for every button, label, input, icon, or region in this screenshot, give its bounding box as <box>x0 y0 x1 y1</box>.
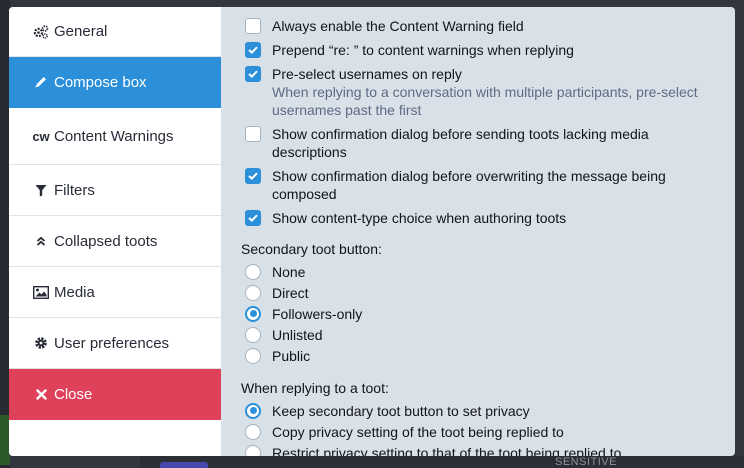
checkbox[interactable] <box>245 18 261 34</box>
secondary-toot-label: Secondary toot button: <box>241 241 382 257</box>
radio-unlisted[interactable]: Unlisted <box>241 324 715 345</box>
cw-icon: cw <box>32 128 50 144</box>
background-sensitive-label: SENSITIVE <box>555 456 617 468</box>
radio-button[interactable] <box>245 347 261 364</box>
radio-direct[interactable]: Direct <box>241 282 715 303</box>
nav-label-collapsed: Collapsed toots <box>54 232 158 250</box>
radio-restrict-privacy-setting-to-that-of-the-[interactable]: Restrict privacy setting to that of the … <box>241 442 715 456</box>
replying-label: When replying to a toot: <box>241 380 389 396</box>
option-show-content-type-choice-when-authoring-[interactable]: Show content-type choice when authoring … <box>241 209 715 227</box>
radio-label: Followers-only <box>272 305 363 322</box>
radio-button[interactable] <box>245 444 261 456</box>
replying-radio-group: Keep secondary toot button to set privac… <box>241 400 715 456</box>
checkbox[interactable] <box>245 168 261 184</box>
close-icon <box>31 388 51 400</box>
nav-label-content-warnings: Content Warnings <box>54 127 174 145</box>
radio-label: Restrict privacy setting to that of the … <box>272 444 622 457</box>
pencil-icon <box>31 75 51 89</box>
background-toolbar <box>140 456 744 468</box>
radio-button[interactable] <box>245 263 261 280</box>
nav-label-media: Media <box>54 283 95 301</box>
nav-label-filters: Filters <box>54 181 95 199</box>
compose-settings-panel: Always enable the Content Warning field P… <box>221 7 735 456</box>
checkbox[interactable] <box>245 210 261 226</box>
radio-button[interactable] <box>245 305 261 322</box>
nav-label-user-preferences: User preferences <box>54 334 170 352</box>
radio-label: Public <box>272 347 311 364</box>
option-show-confirmation-dialog-before-overwrit[interactable]: Show confirmation dialog before overwrit… <box>241 167 715 203</box>
nav-label-compose: Compose box <box>54 73 147 91</box>
radio-button[interactable] <box>245 326 261 343</box>
option-show-confirmation-dialog-before-sending-[interactable]: Show confirmation dialog before sending … <box>241 125 715 161</box>
radio-label: Keep secondary toot button to set privac… <box>272 402 530 419</box>
radio-keep-secondary-toot-button-to-set-privac[interactable]: Keep secondary toot button to set privac… <box>241 400 715 421</box>
option-label: Show content-type choice when authoring … <box>272 210 567 226</box>
radio-label: Copy privacy setting of the toot being r… <box>272 423 564 440</box>
nav-item-general[interactable]: General <box>9 7 221 57</box>
nav-item-filters[interactable]: Filters <box>9 165 221 216</box>
radio-button[interactable] <box>245 402 261 419</box>
angle-double-up-icon <box>31 235 51 247</box>
nav-label-general: General <box>54 23 108 40</box>
radio-button[interactable] <box>245 423 261 440</box>
option-hint: When replying to a conversation with mul… <box>272 84 698 118</box>
image-icon <box>31 285 51 299</box>
nav-item-user-preferences[interactable]: User preferences <box>9 318 221 369</box>
checkbox-options: Always enable the Content Warning field P… <box>241 17 715 227</box>
checkbox[interactable] <box>245 42 261 58</box>
filter-icon <box>31 184 51 197</box>
background-accent <box>160 462 208 468</box>
option-label: Show confirmation dialog before sending … <box>272 126 649 160</box>
nav-item-compose[interactable]: Compose box <box>9 57 221 108</box>
nav-item-close[interactable]: Close <box>9 369 221 420</box>
option-label: Prepend “re: ” to content warnings when … <box>272 42 574 58</box>
nav-item-media[interactable]: Media <box>9 267 221 318</box>
checkbox[interactable] <box>245 66 261 82</box>
radio-label: Unlisted <box>272 326 323 343</box>
radio-followers-only[interactable]: Followers-only <box>241 303 715 324</box>
settings-modal: General Compose box cw Content Warnings … <box>9 7 735 456</box>
nav-label-close: Close <box>54 385 93 403</box>
option-label: Show confirmation dialog before overwrit… <box>272 168 666 202</box>
radio-copy-privacy-setting-of-the-toot-being-r[interactable]: Copy privacy setting of the toot being r… <box>241 421 715 442</box>
radio-button[interactable] <box>245 284 261 301</box>
nav-item-collapsed[interactable]: Collapsed toots <box>9 216 221 267</box>
gears-icon <box>31 24 51 39</box>
radio-none[interactable]: None <box>241 261 715 282</box>
nav-item-content-warnings[interactable]: cw Content Warnings <box>9 108 221 165</box>
option-label: Always enable the Content Warning field <box>272 18 524 34</box>
secondary-toot-radio-group: None Direct Followers-only Unlisted Public <box>241 261 715 366</box>
option-prepend-re-to-content-warnings-when-repl[interactable]: Prepend “re: ” to content warnings when … <box>241 41 715 59</box>
radio-label: Direct <box>272 284 309 301</box>
option-label: Pre-select usernames on reply <box>272 66 462 82</box>
settings-nav: General Compose box cw Content Warnings … <box>9 7 221 456</box>
radio-public[interactable]: Public <box>241 345 715 366</box>
gear-icon <box>31 336 51 350</box>
checkbox[interactable] <box>245 126 261 142</box>
option-always-enable-the-content-warning-field[interactable]: Always enable the Content Warning field <box>241 17 715 35</box>
option-pre-select-usernames-on-reply[interactable]: Pre-select usernames on reply When replyi… <box>241 65 715 119</box>
radio-label: None <box>272 263 306 280</box>
